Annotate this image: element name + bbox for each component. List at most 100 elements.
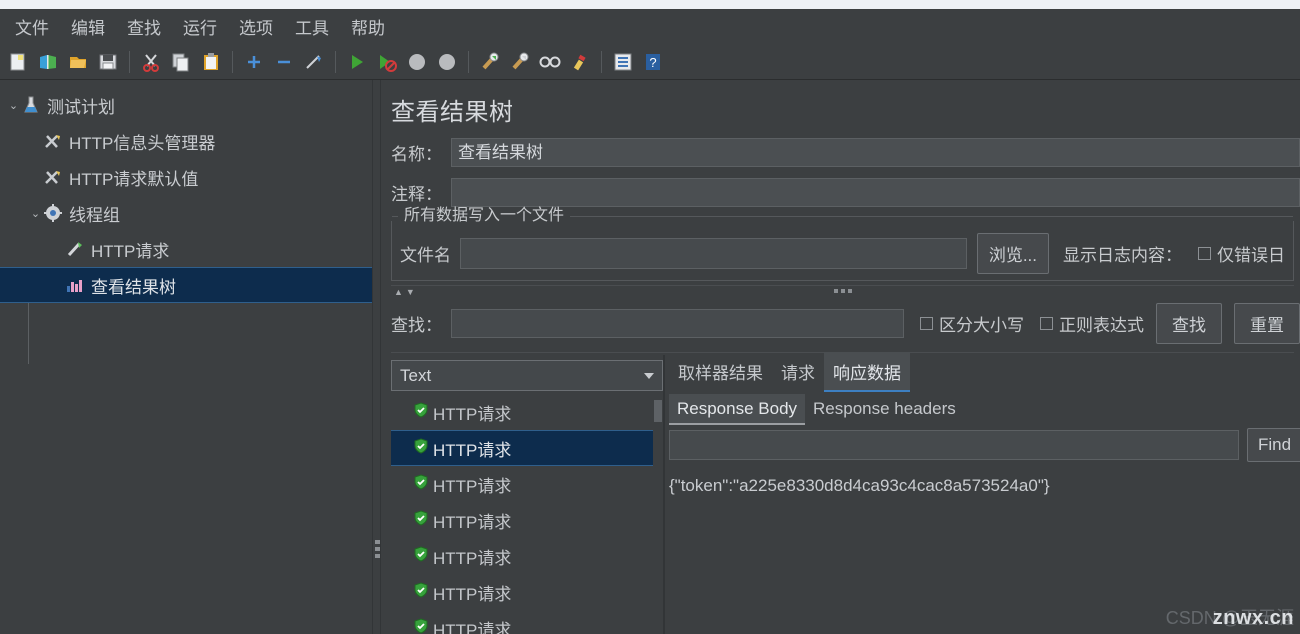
subtab-response-headers[interactable]: Response headers <box>805 394 964 425</box>
function-helper-icon[interactable] <box>609 48 637 76</box>
result-list-item[interactable]: HTTP请求 <box>391 394 663 430</box>
result-list-item[interactable]: HTTP请求 <box>391 610 663 634</box>
results-list-scrollbar[interactable] <box>653 394 663 583</box>
success-shield-icon <box>413 545 433 567</box>
start-no-pauses-icon[interactable] <box>373 48 401 76</box>
toolbar-separator <box>129 50 130 73</box>
result-item-label: HTTP请求 <box>433 584 512 604</box>
scrollbar-thumb[interactable] <box>654 400 662 422</box>
menu-search[interactable]: 查找 <box>116 10 172 43</box>
test-plan-icon <box>21 95 45 115</box>
toolbar-separator <box>232 50 233 73</box>
result-list-item[interactable]: HTTP请求 <box>391 538 663 574</box>
reset-search-icon[interactable] <box>566 48 594 76</box>
subtab-response-body[interactable]: Response Body <box>669 393 806 425</box>
tab-request[interactable]: 请求 <box>772 352 824 392</box>
toolbar-separator <box>335 50 336 73</box>
save-icon[interactable] <box>94 48 122 76</box>
copy-icon[interactable] <box>167 48 195 76</box>
clear-icon[interactable] <box>476 48 504 76</box>
comment-row: 注释： <box>381 178 1300 207</box>
regex-checkbox[interactable] <box>1040 317 1053 330</box>
jmeter-window: 文件 编辑 查找 运行 选项 工具 帮助 ? ⌄ 测试计划 HTTP信息头管理器 HTTP请求默认… <box>0 0 1300 634</box>
result-list-item[interactable]: HTTP请求 <box>391 430 655 466</box>
toggle-icon[interactable] <box>300 48 328 76</box>
tree-node-label: HTTP请求默认值 <box>69 169 199 189</box>
name-input[interactable]: 查看结果树 <box>451 138 1300 167</box>
collapse-all-icon[interactable] <box>270 48 298 76</box>
success-shield-icon <box>413 437 433 459</box>
result-item-label: HTTP请求 <box>433 440 512 460</box>
tree-node-test-plan[interactable]: ⌄ 测试计划 <box>0 87 372 123</box>
menu-tools[interactable]: 工具 <box>284 10 340 43</box>
body-search-input[interactable] <box>669 430 1239 460</box>
svg-text:?: ? <box>649 55 656 70</box>
thread-group-icon <box>43 203 67 223</box>
splitter-arrows-icon: ▲▼ <box>394 287 418 297</box>
tab-response-data[interactable]: 响应数据 <box>824 352 910 392</box>
result-item-label: HTTP请求 <box>433 404 512 424</box>
test-plan-tree[interactable]: ⌄ 测试计划 HTTP信息头管理器 HTTP请求默认值 ⌄ 线程组 HTTP请求查看结果树 <box>0 80 372 634</box>
chevron-down-icon[interactable]: ⌄ <box>28 207 43 220</box>
paste-icon[interactable] <box>197 48 225 76</box>
tree-main-splitter[interactable] <box>372 80 381 634</box>
filename-input[interactable] <box>460 238 967 269</box>
errors-only-checkbox[interactable] <box>1198 247 1211 260</box>
toolbar-separator <box>601 50 602 73</box>
tree-node-thread-group[interactable]: ⌄ 线程组 <box>0 195 372 231</box>
name-row: 名称： 查看结果树 <box>381 138 1300 167</box>
result-item-label: HTTP请求 <box>433 548 512 568</box>
tree-node-http-request-defaults[interactable]: HTTP请求默认值 <box>0 159 372 195</box>
results-list-panel: Text HTTP请求 HTTP请求 HTTP请求 HTTP请求 HTTP请求 HTTP请… <box>381 355 663 634</box>
listener-icon <box>65 275 89 295</box>
menu-help[interactable]: 帮助 <box>340 10 396 43</box>
render-type-combo[interactable]: Text <box>391 360 663 391</box>
success-shield-icon <box>413 617 433 634</box>
name-label: 名称： <box>391 145 442 164</box>
start-icon[interactable] <box>343 48 371 76</box>
search-icon[interactable] <box>536 48 564 76</box>
splitter-grip-icon <box>833 289 852 293</box>
splitter-grip-icon <box>375 540 380 558</box>
result-list-item[interactable]: HTTP请求 <box>391 466 663 502</box>
tree-node-http-request[interactable]: HTTP请求 <box>0 231 372 267</box>
shutdown-icon[interactable] <box>433 48 461 76</box>
reset-button[interactable]: 重置 <box>1234 303 1300 344</box>
log-display-label: 显示日志内容： <box>1063 246 1182 265</box>
write-all-data-group: 所有数据写入一个文件 文件名 浏览... 显示日志内容： 仅错误日 <box>391 208 1294 281</box>
help-icon[interactable]: ? <box>639 48 667 76</box>
config-element-icon <box>43 167 67 187</box>
result-list-item[interactable]: HTTP请求 <box>391 574 663 610</box>
results-list[interactable]: HTTP请求 HTTP请求 HTTP请求 HTTP请求 HTTP请求 HTTP请求 HTTP… <box>391 394 663 634</box>
detail-tabs: 取样器结果 请求 响应数据 <box>665 352 1300 392</box>
chevron-down-icon[interactable]: ⌄ <box>6 99 21 112</box>
browse-button[interactable]: 浏览... <box>976 233 1049 274</box>
templates-icon[interactable] <box>34 48 62 76</box>
cut-icon[interactable] <box>137 48 165 76</box>
search-button[interactable]: 查找 <box>1156 303 1222 344</box>
menu-file[interactable]: 文件 <box>4 10 60 43</box>
comment-input[interactable] <box>451 178 1300 207</box>
clear-all-icon[interactable] <box>506 48 534 76</box>
success-shield-icon <box>413 401 433 423</box>
menu-edit[interactable]: 编辑 <box>60 10 116 43</box>
menu-options[interactable]: 选项 <box>228 10 284 43</box>
result-list-item[interactable]: HTTP请求 <box>391 502 663 538</box>
stop-icon[interactable] <box>403 48 431 76</box>
expand-all-icon[interactable] <box>240 48 268 76</box>
upper-horizontal-splitter[interactable]: ▲▼ <box>391 285 1294 299</box>
new-icon[interactable] <box>4 48 32 76</box>
find-input[interactable] <box>451 309 904 338</box>
chevron-down-icon <box>644 373 654 379</box>
tree-node-view-results-tree[interactable]: 查看结果树 <box>0 267 372 303</box>
tab-sampler-result[interactable]: 取样器结果 <box>669 352 772 392</box>
case-sensitive-checkbox[interactable] <box>920 317 933 330</box>
tree-node-http-header-manager[interactable]: HTTP信息头管理器 <box>0 123 372 159</box>
menu-run[interactable]: 运行 <box>172 10 228 43</box>
tree-node-label: HTTP信息头管理器 <box>69 133 216 153</box>
tree-node-label: 查看结果树 <box>91 277 176 297</box>
comment-label: 注释： <box>391 185 442 204</box>
toolbar-separator <box>468 50 469 73</box>
find-button[interactable]: Find <box>1247 428 1300 462</box>
open-icon[interactable] <box>64 48 92 76</box>
